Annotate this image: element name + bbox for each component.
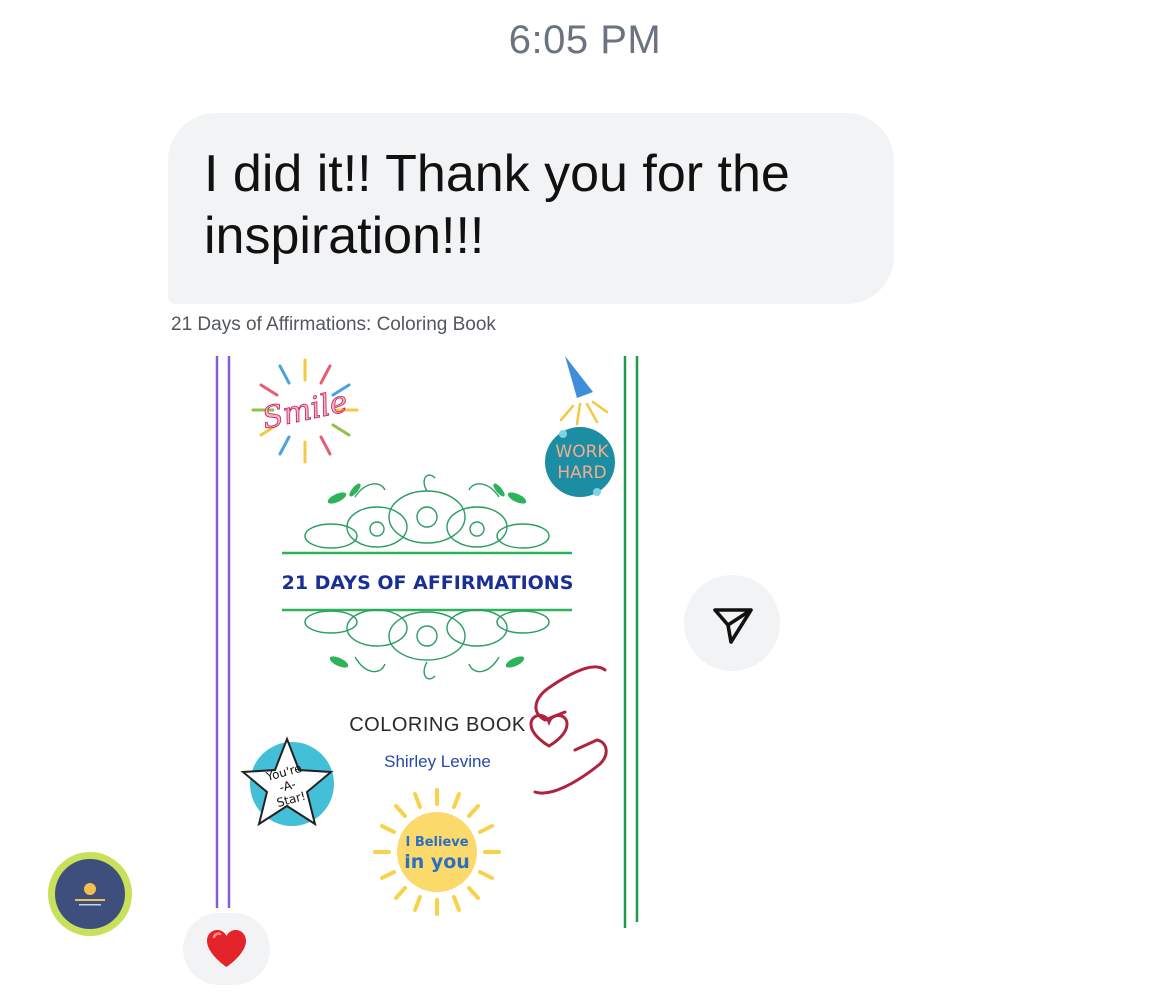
- work-hard-text-1: WORK: [555, 442, 609, 462]
- top-floral-ornament: [304, 474, 550, 549]
- believe-sun-sticker: I Believe in you: [373, 788, 501, 916]
- cover-author: Shirley Levine: [384, 752, 491, 771]
- star-sticker: You're -A- Star!: [240, 736, 334, 827]
- work-hard-text-2: HARD: [557, 463, 606, 483]
- send-icon: [713, 608, 753, 644]
- message-text: I did it!! Thank you for the inspiration…: [204, 145, 790, 265]
- avatar-image: [55, 859, 125, 929]
- smile-sticker: Smile: [251, 358, 359, 464]
- heart-reaction[interactable]: [183, 913, 270, 985]
- shared-book-cover[interactable]: Smile WORK HARD You're -A- Star! I Belie…: [205, 352, 650, 932]
- heart-icon: [207, 930, 246, 967]
- share-button[interactable]: [684, 575, 780, 671]
- bottom-floral-ornament: [304, 609, 550, 680]
- message-bubble[interactable]: I did it!! Thank you for the inspiration…: [168, 113, 894, 304]
- attachment-caption: 21 Days of Affirmations: Coloring Book: [171, 314, 496, 335]
- sender-avatar[interactable]: [48, 852, 132, 936]
- work-hard-sticker: WORK HARD: [545, 356, 615, 497]
- cover-subtitle: COLORING BOOK: [349, 714, 526, 736]
- avatar-logo: [75, 883, 105, 906]
- believe-text-1: I Believe: [405, 835, 468, 850]
- believe-text-2: in you: [404, 851, 470, 873]
- message-timestamp: 6:05 PM: [508, 18, 662, 62]
- cover-title: 21 DAYS OF AFFIRMATIONS: [281, 572, 574, 594]
- message-thread: 6:05 PM I did it!! Thank you for the ins…: [0, 0, 1170, 1006]
- cover-artwork: Smile WORK HARD You're -A- Star! I Belie…: [215, 356, 639, 928]
